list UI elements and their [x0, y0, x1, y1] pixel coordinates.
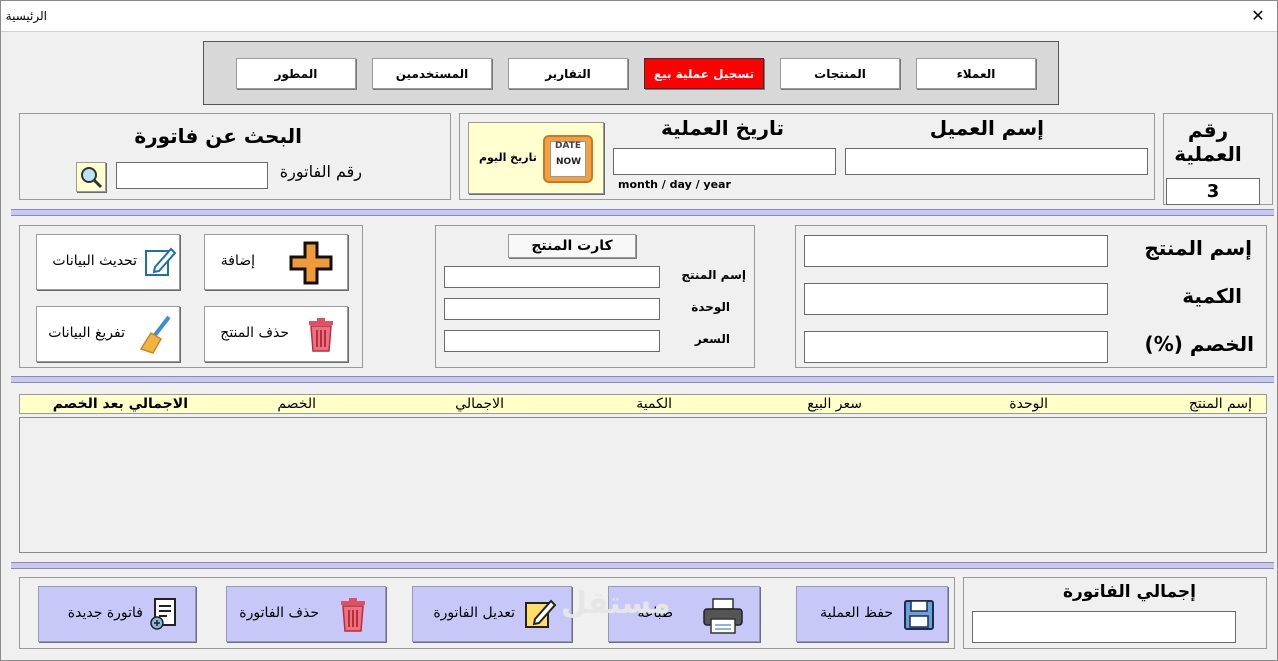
- column-header: الكمية: [636, 396, 672, 412]
- card-name-label: إسم المنتج: [681, 268, 746, 282]
- operation-number-value: 3: [1166, 178, 1260, 205]
- calendar-icon: DATE NOW: [543, 135, 593, 183]
- card-unit-value: [444, 298, 660, 320]
- nav-reports-button[interactable]: التقارير: [508, 58, 628, 89]
- print-label: طباعة: [637, 605, 674, 621]
- today-date-button[interactable]: تاريخ اليوم DATE NOW: [468, 122, 604, 194]
- delete-invoice-button[interactable]: حذف الفاتورة: [226, 586, 386, 642]
- today-date-label: تاريخ اليوم: [479, 151, 537, 164]
- clear-data-label: تفريغ البيانات: [48, 325, 125, 341]
- column-header: الاجمالي: [455, 396, 504, 412]
- new-invoice-button[interactable]: فاتورة جديدة: [38, 586, 196, 642]
- column-header: الوحدة: [1009, 396, 1048, 412]
- trash-icon: [309, 318, 333, 352]
- separator-3: [11, 562, 1274, 569]
- column-header: الخصم: [277, 396, 316, 412]
- invoice-actions-panel: حفظ العملية طباعة تعديل الفاتورة حذف الف…: [19, 577, 955, 649]
- invoice-number-input[interactable]: [116, 162, 268, 189]
- delete-product-label: حذف المنتج: [220, 325, 289, 341]
- operation-date-label: تاريخ العملية: [661, 116, 784, 140]
- items-table[interactable]: [19, 417, 1267, 553]
- operation-number-panel: رقم العملية 3: [1163, 113, 1273, 205]
- operation-number-label: رقم العملية: [1174, 118, 1242, 166]
- card-price-value: [444, 330, 660, 352]
- search-icon: [81, 167, 103, 189]
- printer-icon: [703, 598, 743, 634]
- edit-icon: [145, 247, 177, 276]
- card-price-label: السعر: [694, 332, 730, 346]
- product-name-label: إسم المنتج: [1144, 236, 1252, 260]
- delete-invoice-label: حذف الفاتورة: [239, 605, 319, 621]
- customer-name-label: إسم العميل: [929, 116, 1044, 140]
- product-actions-panel: إضافة تحديث البيانات حذف المنتج تفريغ ال…: [19, 225, 363, 368]
- trash-icon: [341, 598, 365, 632]
- window-title: الرئيسية: [5, 9, 47, 23]
- invoice-search-panel: البحث عن فاتورة رقم الفاتورة: [19, 113, 451, 200]
- column-header: الاجمالي بعد الخصم: [52, 396, 188, 412]
- title-bar: الرئيسية ✕: [1, 1, 1277, 32]
- nav-developer-button[interactable]: المطور: [236, 58, 356, 89]
- add-button-label: إضافة: [220, 253, 255, 269]
- new-invoice-label: فاتورة جديدة: [67, 605, 143, 621]
- items-table-header: إسم المنتج الوحدة سعر البيع الكمية الاجم…: [19, 394, 1267, 414]
- save-operation-button[interactable]: حفظ العملية: [796, 586, 948, 642]
- edit-note-icon: [525, 599, 557, 628]
- customer-panel: إسم العميل تاريخ العملية month / day / y…: [459, 113, 1155, 200]
- update-data-label: تحديث البيانات: [52, 253, 137, 269]
- nav-customers-button[interactable]: العملاء: [916, 58, 1036, 89]
- broom-icon: [139, 315, 171, 354]
- close-icon[interactable]: ✕: [1247, 6, 1269, 26]
- product-name-input[interactable]: [804, 235, 1108, 267]
- separator-2: [11, 376, 1274, 383]
- main-window: الرئيسية ✕ العملاء المنتجات تسجيل عملية …: [0, 0, 1278, 661]
- invoice-total-value: [972, 611, 1236, 643]
- nav-bar: العملاء المنتجات تسجيل عملية بيع التقاري…: [203, 41, 1059, 105]
- save-operation-label: حفظ العملية: [820, 605, 893, 621]
- product-card-panel: كارت المنتج إسم المنتج الوحدة السعر: [435, 225, 755, 368]
- delete-product-button[interactable]: حذف المنتج: [204, 306, 348, 362]
- plus-icon: [289, 241, 333, 285]
- column-header: إسم المنتج: [1188, 396, 1252, 412]
- quantity-input[interactable]: [804, 283, 1108, 315]
- operation-date-input[interactable]: [613, 148, 836, 175]
- invoice-search-title: البحث عن فاتورة: [134, 124, 302, 148]
- clear-data-button[interactable]: تفريغ البيانات: [36, 306, 180, 362]
- separator-1: [11, 209, 1274, 216]
- nav-products-button[interactable]: المنتجات: [780, 58, 900, 89]
- save-icon: [904, 600, 934, 630]
- add-button[interactable]: إضافة: [204, 234, 348, 290]
- new-document-icon: [150, 598, 176, 630]
- edit-invoice-label: تعديل الفاتورة: [433, 605, 515, 621]
- quantity-label: الكمية: [1182, 284, 1242, 308]
- edit-invoice-button[interactable]: تعديل الفاتورة: [412, 586, 572, 642]
- nav-new-sale-button[interactable]: تسجيل عملية بيع: [644, 58, 764, 89]
- date-format-hint: month / day / year: [618, 178, 731, 191]
- search-button[interactable]: [76, 162, 106, 192]
- discount-label: الخصم (%): [1144, 332, 1254, 356]
- invoice-total-panel: إجمالي الفاتورة: [963, 577, 1267, 649]
- card-unit-label: الوحدة: [691, 300, 730, 314]
- invoice-total-label: إجمالي الفاتورة: [1062, 582, 1196, 602]
- customer-name-input[interactable]: [845, 148, 1148, 175]
- product-entry-panel: إسم المنتج الكمية الخصم (%): [795, 225, 1267, 368]
- print-button[interactable]: طباعة: [608, 586, 760, 642]
- nav-users-button[interactable]: المستخدمين: [372, 58, 492, 89]
- product-card-title: كارت المنتج: [508, 234, 636, 258]
- update-data-button[interactable]: تحديث البيانات: [36, 234, 180, 290]
- invoice-number-label: رقم الفاتورة: [279, 162, 362, 181]
- discount-input[interactable]: [804, 331, 1108, 363]
- column-header: سعر البيع: [807, 396, 862, 412]
- card-name-value: [444, 266, 660, 288]
